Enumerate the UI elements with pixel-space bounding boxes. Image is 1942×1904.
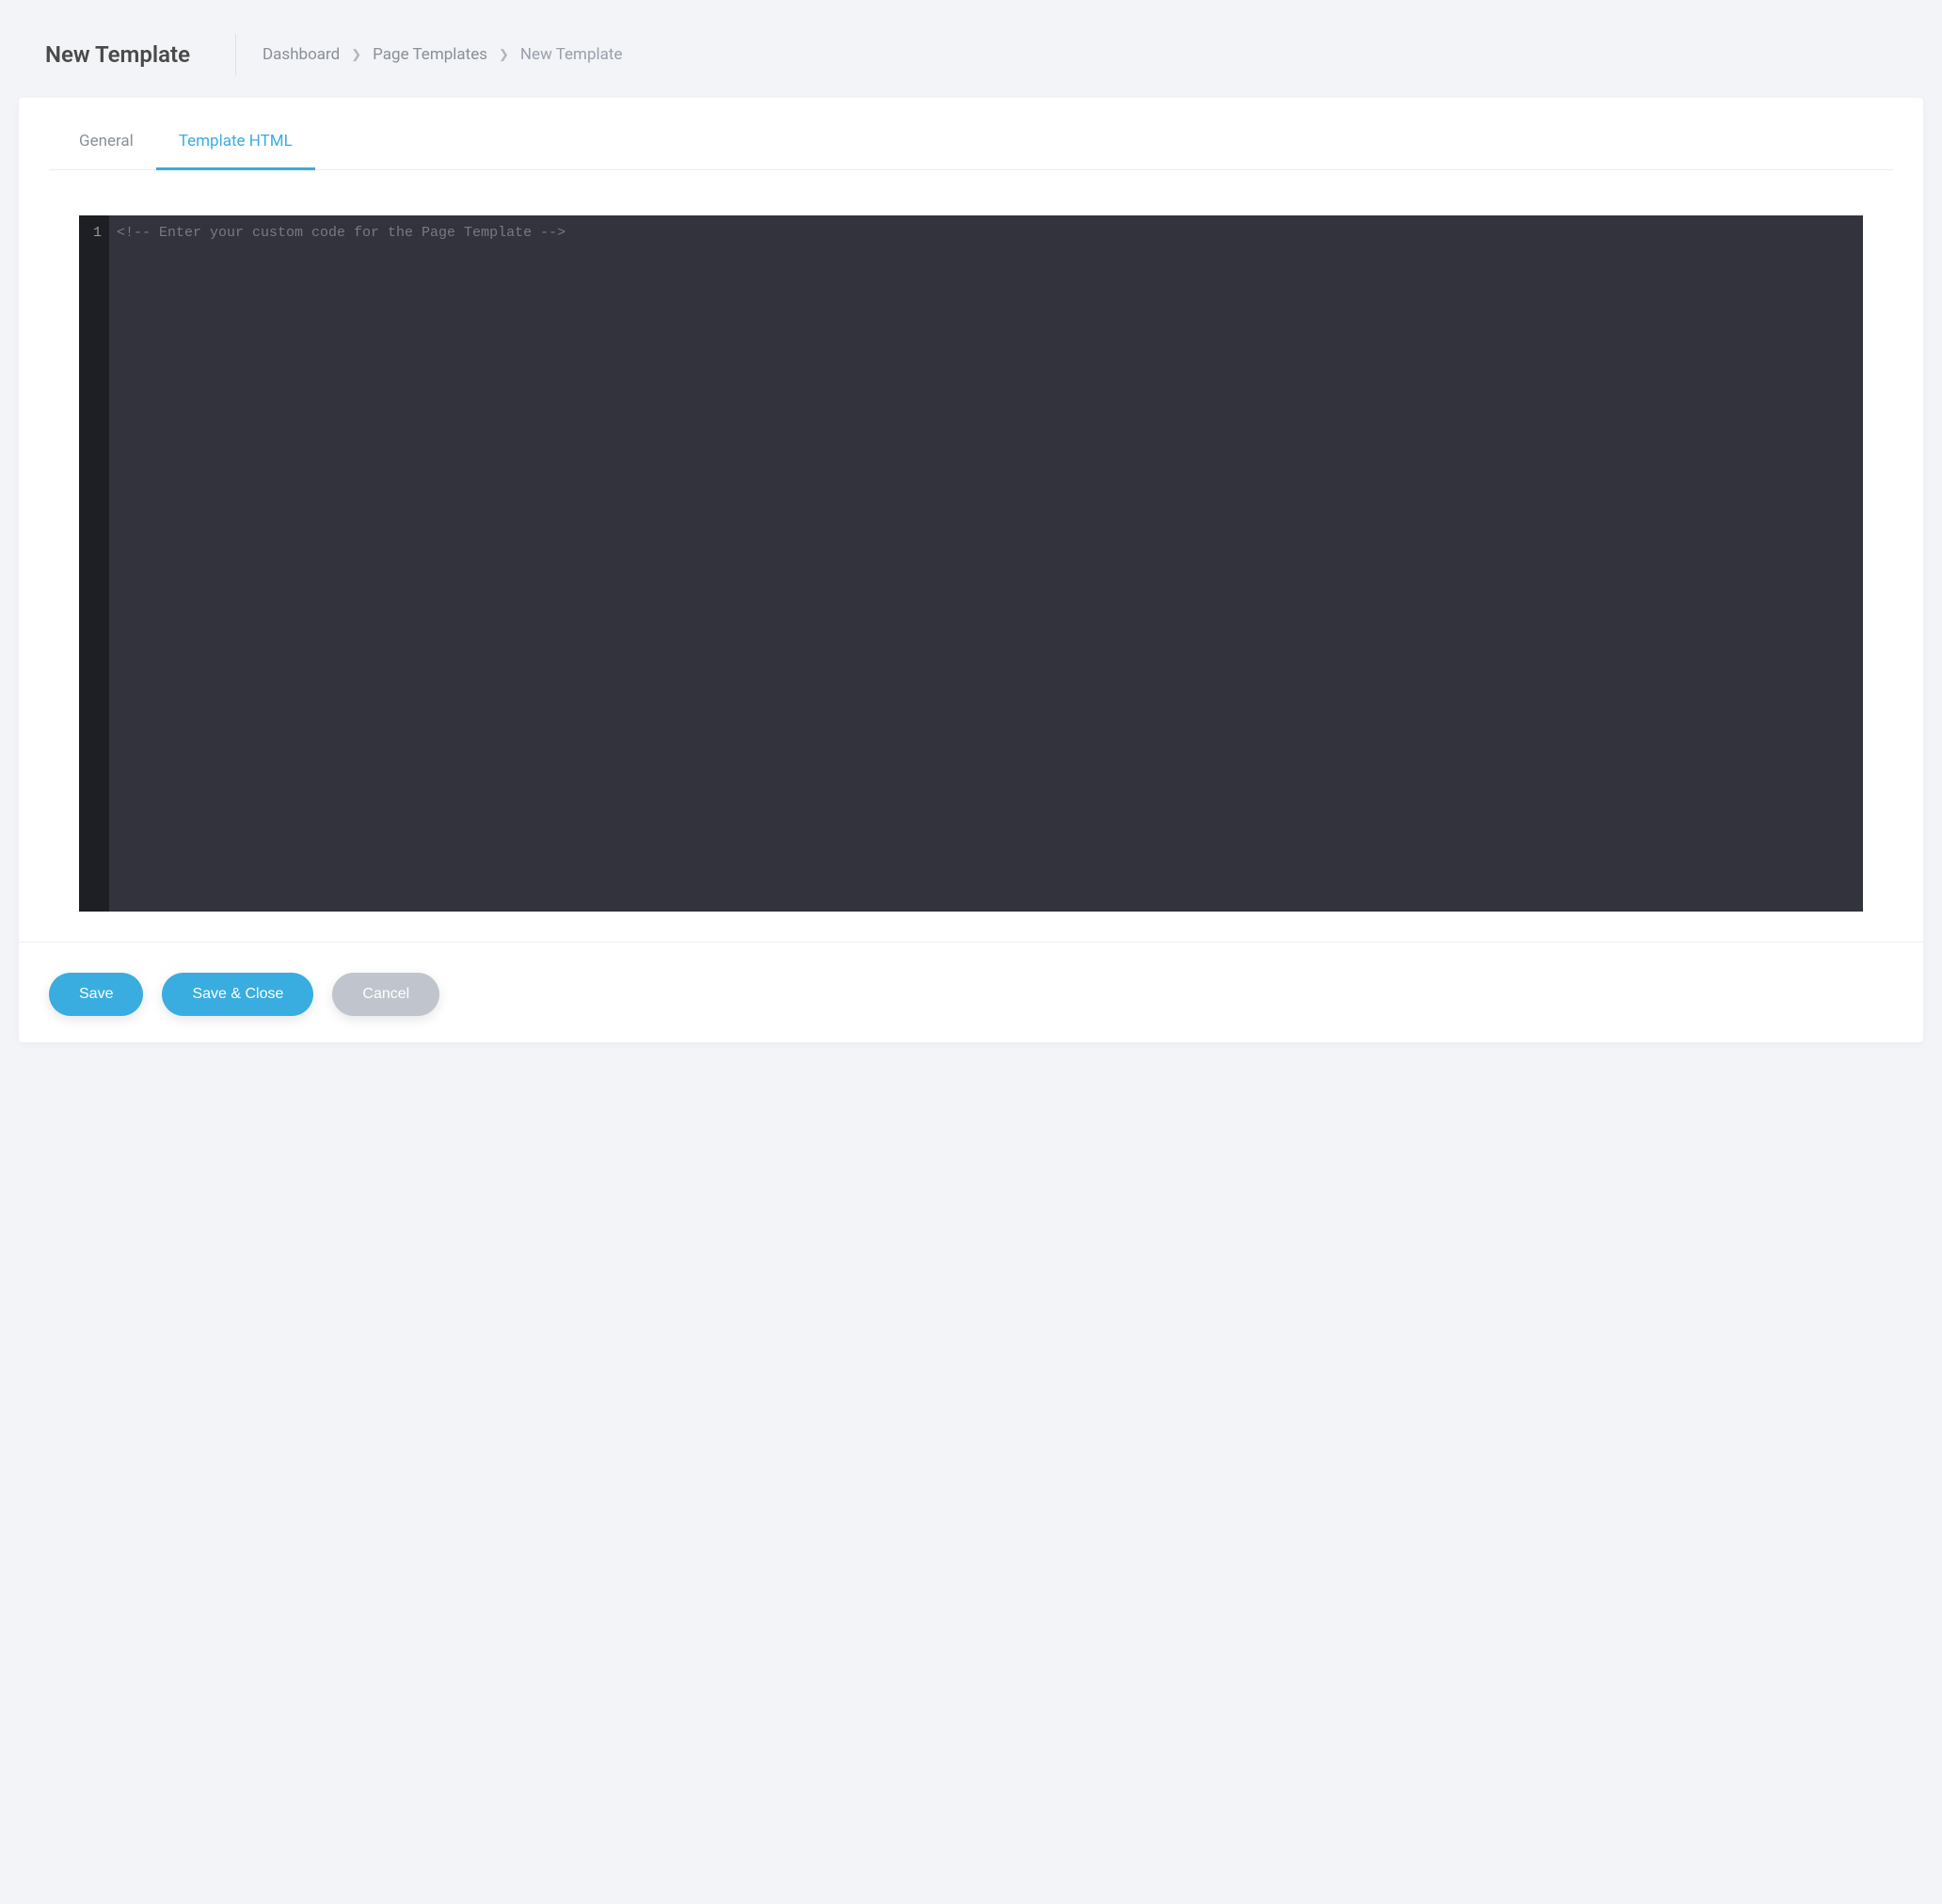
- chevron-right-icon: ❯: [351, 48, 361, 62]
- line-number: 1: [87, 225, 102, 241]
- tab-template-html[interactable]: Template HTML: [156, 132, 315, 170]
- editor-container: 1 <!-- Enter your custom code for the Pa…: [19, 170, 1923, 942]
- page-title: New Template: [45, 41, 235, 68]
- header-divider: [235, 34, 236, 75]
- editor-content[interactable]: <!-- Enter your custom code for the Page…: [109, 215, 1863, 912]
- breadcrumb-current: New Template: [520, 45, 623, 64]
- content-card: General Template HTML 1 <!-- Enter your …: [19, 98, 1923, 1042]
- save-button[interactable]: Save: [49, 973, 143, 1016]
- page-header: New Template Dashboard ❯ Page Templates …: [15, 15, 1927, 94]
- cancel-button[interactable]: Cancel: [332, 973, 439, 1016]
- action-footer: Save Save & Close Cancel: [19, 942, 1923, 1042]
- breadcrumb-dashboard[interactable]: Dashboard: [263, 45, 340, 64]
- tab-bar: General Template HTML: [49, 98, 1893, 170]
- breadcrumb-page-templates[interactable]: Page Templates: [373, 45, 487, 64]
- code-editor[interactable]: 1 <!-- Enter your custom code for the Pa…: [79, 215, 1863, 912]
- save-close-button[interactable]: Save & Close: [162, 973, 313, 1016]
- breadcrumb: Dashboard ❯ Page Templates ❯ New Templat…: [263, 45, 622, 64]
- tab-general[interactable]: General: [79, 132, 156, 170]
- chevron-right-icon: ❯: [499, 48, 509, 62]
- editor-gutter: 1: [79, 215, 109, 912]
